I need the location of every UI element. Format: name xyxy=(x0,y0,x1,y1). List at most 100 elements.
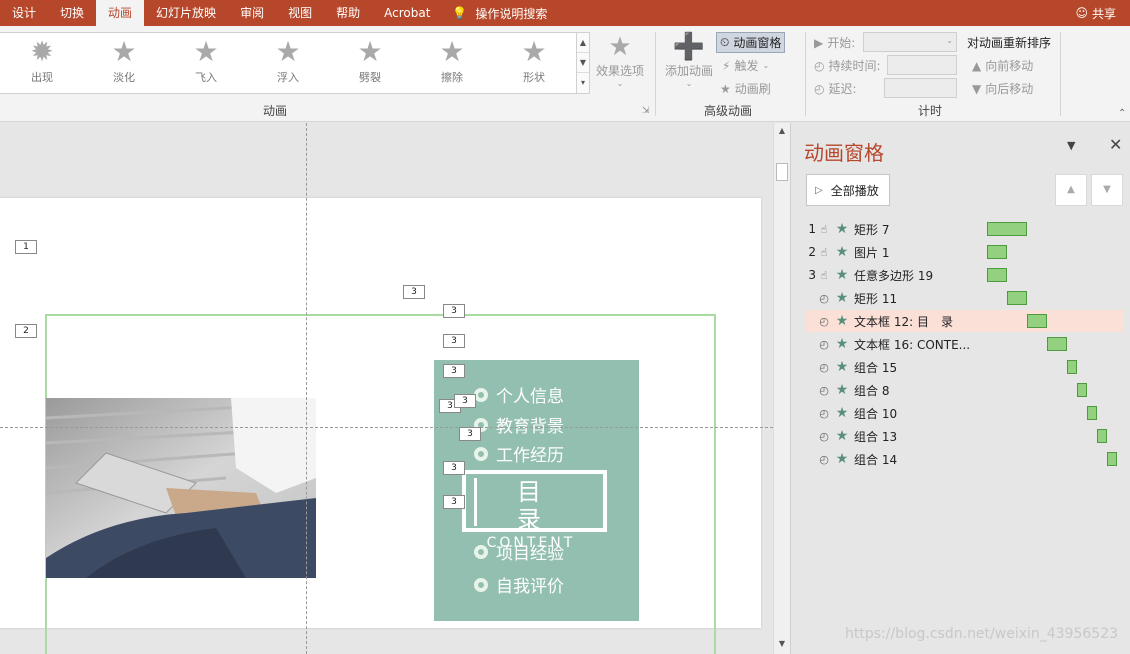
animation-tag[interactable]: 3 xyxy=(443,334,465,348)
timeline-bar[interactable] xyxy=(987,222,1027,236)
gallery-wipe[interactable]: ★ 擦除 xyxy=(422,35,482,93)
move-down-button[interactable]: ▼ xyxy=(1091,174,1123,206)
animation-row[interactable]: ◴ ★ 矩形 11 xyxy=(806,287,1124,309)
gallery-more-icon[interactable]: ▾ xyxy=(577,73,589,93)
tab-help[interactable]: 帮助 xyxy=(324,0,372,26)
wipe-icon: ★ xyxy=(439,35,465,68)
tab-transitions[interactable]: 切换 xyxy=(48,0,96,26)
animation-row[interactable]: ◴ ★ 组合 10 xyxy=(806,402,1124,424)
animation-row[interactable]: ◴ ★ 组合 14 xyxy=(806,448,1124,470)
timeline-bar[interactable] xyxy=(1047,337,1067,351)
move-later-button[interactable]: ▼ 向后移动 xyxy=(972,80,1033,97)
timeline-bar[interactable] xyxy=(1087,406,1097,420)
timeline-bar[interactable] xyxy=(1077,383,1087,397)
animation-tag[interactable]: 3 xyxy=(443,461,465,475)
gallery-scroll[interactable]: ▲ ▼ ▾ xyxy=(576,32,590,94)
tell-me-search[interactable]: 💡 操作说明搜索 xyxy=(452,5,547,22)
animation-row[interactable]: ◴ ★ 组合 15 xyxy=(806,356,1124,378)
vertical-guide[interactable] xyxy=(306,123,307,654)
slide: 个人信息 教育背景 工作经历 项目经验 自我评价 目 录 CONTENT xyxy=(0,198,761,654)
animation-row[interactable]: 3 ☝ ★ 任意多边形 19 xyxy=(806,264,1124,286)
animation-order: 3 xyxy=(808,268,816,282)
canvas-scrollbar[interactable]: ▲ ▼ xyxy=(773,123,790,654)
add-animation-button[interactable]: ➕ 添加动画 ⌄ xyxy=(662,32,716,88)
animation-tag[interactable]: 3 xyxy=(443,495,465,509)
move-up-button[interactable]: ▲ xyxy=(1055,174,1087,206)
animation-tag[interactable]: 3 xyxy=(443,364,465,378)
timeline-bar[interactable] xyxy=(1027,314,1047,328)
contents-box[interactable]: 目 录 CONTENT xyxy=(462,470,607,551)
timeline-bar[interactable] xyxy=(1067,360,1077,374)
animation-tag[interactable]: 3 xyxy=(443,304,465,318)
divider xyxy=(655,32,656,116)
menu-item[interactable]: 自我评价 xyxy=(474,572,564,597)
animation-tag[interactable]: 3 xyxy=(459,427,481,441)
effect-options-button[interactable]: ★ 效果选项 ⌄ xyxy=(594,32,646,88)
ring-icon xyxy=(474,577,488,592)
tab-slideshow[interactable]: 幻灯片放映 xyxy=(144,0,228,26)
scroll-down-icon[interactable]: ▼ xyxy=(577,53,589,73)
lightbulb-icon: 💡 xyxy=(452,6,468,20)
menu-item[interactable]: 工作经历 xyxy=(474,441,564,466)
timeline-bar[interactable] xyxy=(1007,291,1027,305)
animation-name: 图片 1 xyxy=(854,245,890,260)
start-select[interactable]: ⌄ xyxy=(863,32,957,52)
animation-row[interactable]: ◴ ★ 文本框 12: 目 录 xyxy=(806,310,1124,332)
effect-star-icon: ★ xyxy=(835,382,849,398)
scroll-down-icon[interactable]: ▼ xyxy=(774,636,790,652)
clock-icon: ◴ xyxy=(819,360,829,374)
gallery-appear[interactable]: ✹ 出现 xyxy=(12,35,72,93)
animation-row[interactable]: 2 ☝ ★ 图片 1 xyxy=(806,241,1124,263)
animation-tag[interactable]: 3 xyxy=(454,394,476,408)
move-earlier-label: 向前移动 xyxy=(985,59,1034,73)
gallery-split[interactable]: ★ 劈裂 xyxy=(340,35,400,93)
dialog-launcher-icon[interactable]: ⇲ xyxy=(642,106,650,116)
clock-icon: ◴ xyxy=(819,291,829,305)
delay-input[interactable] xyxy=(884,78,957,98)
gallery-float-in[interactable]: ★ 浮入 xyxy=(258,35,318,93)
pane-options-icon[interactable]: ▼ xyxy=(1067,139,1075,152)
animation-tag[interactable]: 2 xyxy=(15,324,37,338)
animation-row[interactable]: ◴ ★ 文本框 16: CONTE... xyxy=(806,333,1124,355)
scroll-thumb[interactable] xyxy=(776,163,788,181)
laptop-photo[interactable] xyxy=(46,398,316,578)
animation-row[interactable]: 1 ☝ ★ 矩形 7 xyxy=(806,218,1124,240)
trigger-button[interactable]: ⚡ 触发 ⌄ xyxy=(722,57,769,74)
move-earlier-button[interactable]: ▲ 向前移动 xyxy=(972,57,1033,74)
collapse-ribbon-icon[interactable]: ⌃ xyxy=(1118,108,1126,119)
gallery-fade[interactable]: ★ 淡化 xyxy=(94,35,154,93)
tab-animations[interactable]: 动画 xyxy=(96,0,145,26)
scroll-up-icon[interactable]: ▲ xyxy=(774,123,790,139)
gallery-shape[interactable]: ★ 形状 xyxy=(504,35,564,93)
gallery-fly-in[interactable]: ★ 飞入 xyxy=(176,35,236,93)
timeline-bar[interactable] xyxy=(1097,429,1107,443)
animation-name: 组合 15 xyxy=(854,360,898,375)
animation-tag[interactable]: 3 xyxy=(403,285,425,299)
menu-item[interactable]: 教育背景 xyxy=(474,412,564,437)
tab-view[interactable]: 视图 xyxy=(276,0,324,26)
close-icon[interactable]: ✕ xyxy=(1109,135,1122,154)
horizontal-guide[interactable] xyxy=(0,427,773,428)
tab-design[interactable]: 设计 xyxy=(0,0,48,26)
scroll-up-icon[interactable]: ▲ xyxy=(577,33,589,53)
animation-name: 组合 10 xyxy=(854,406,898,421)
animation-pane-button[interactable]: ⏲ 动画窗格 xyxy=(716,32,786,53)
animation-row[interactable]: ◴ ★ 组合 8 xyxy=(806,379,1124,401)
contents-subtitle[interactable]: CONTENT xyxy=(477,534,585,552)
timeline-bar[interactable] xyxy=(1107,452,1117,466)
contents-title[interactable]: 目 录 xyxy=(477,478,585,534)
animation-tag[interactable]: 1 xyxy=(15,240,37,254)
menu-item[interactable]: 个人信息 xyxy=(474,382,564,407)
play-all-button[interactable]: ▷ 全部播放 xyxy=(806,174,890,206)
animation-row[interactable]: ◴ ★ 组合 13 xyxy=(806,425,1124,447)
group-label-timing: 计时 xyxy=(917,104,942,118)
menu-item-label: 教育背景 xyxy=(496,417,564,437)
animation-painter-button[interactable]: ★ 动画刷 xyxy=(720,80,771,97)
duration-input[interactable] xyxy=(887,55,957,75)
tab-acrobat[interactable]: Acrobat xyxy=(372,0,442,26)
timeline-bar[interactable] xyxy=(987,245,1007,259)
tab-review[interactable]: 审阅 xyxy=(228,0,276,26)
clock-icon: ◴ xyxy=(814,81,825,96)
timeline-bar[interactable] xyxy=(987,268,1007,282)
share-button[interactable]: ☺ 共享 xyxy=(1075,0,1116,26)
